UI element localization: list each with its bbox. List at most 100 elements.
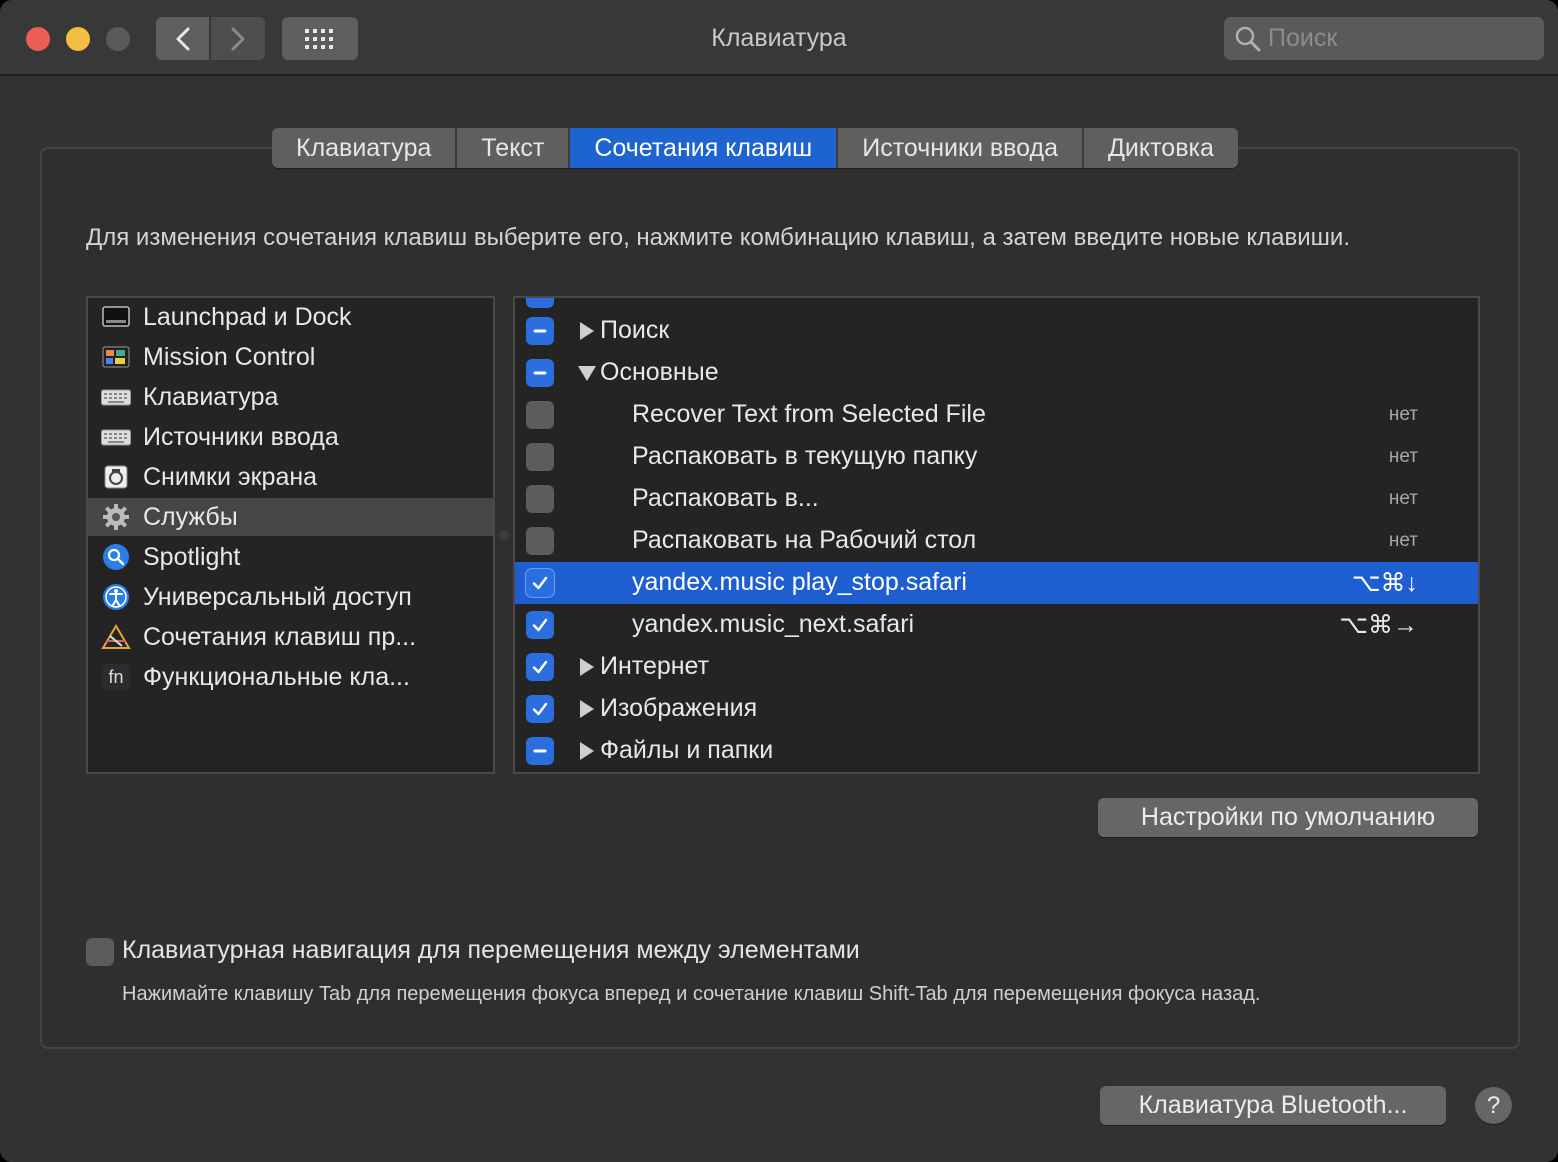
checkbox[interactable] [526, 737, 554, 765]
category-app-shortcuts[interactable]: Сочетания клавиш пр... [88, 618, 493, 656]
category-label: Сочетания клавиш пр... [143, 622, 417, 651]
keyboard-icon [101, 422, 131, 452]
search-icon [1235, 26, 1261, 52]
checkbox[interactable] [526, 527, 554, 555]
help-button[interactable]: ? [1475, 1087, 1512, 1124]
shortcut-label: Основные [600, 358, 719, 386]
checkbox[interactable] [526, 359, 554, 387]
screenshot-icon [101, 462, 131, 492]
category-spotlight[interactable]: Spotlight [88, 538, 493, 576]
checkbox[interactable] [526, 653, 554, 681]
fn-icon: fn [101, 662, 131, 692]
shortcut-label: Распаковать в текущую папку [632, 442, 978, 470]
checkbox[interactable] [526, 485, 554, 513]
keyboard-navigation-label[interactable]: Клавиатурная навигация для перемещения м… [122, 936, 860, 965]
search-input[interactable] [1268, 23, 1528, 53]
category-label: Источники ввода [143, 422, 339, 451]
shortcut-item-selected[interactable]: yandex.music play_stop.safari ⌥⌘↓ [515, 562, 1478, 604]
disclosure-right-icon[interactable] [578, 656, 596, 678]
shortcut-keys[interactable]: ⌥⌘↓ [1352, 568, 1418, 598]
launchpad-icon [101, 302, 131, 332]
disclosure-down-icon[interactable] [578, 362, 596, 384]
category-accessibility[interactable]: Универсальный доступ [88, 578, 493, 616]
category-label: Функциональные кла... [143, 662, 410, 691]
bluetooth-keyboard-button[interactable]: Клавиатура Bluetooth... [1100, 1086, 1446, 1125]
shortcut-label: Файлы и папки [600, 736, 774, 764]
svg-text:fn: fn [108, 667, 123, 687]
keyboard-navigation-checkbox[interactable] [86, 938, 114, 966]
checkbox[interactable] [526, 611, 554, 639]
shortcut-item[interactable]: yandex.music_next.safari ⌥⌘→ [515, 604, 1478, 646]
category-label: Универсальный доступ [143, 582, 412, 611]
shortcut-label: Recover Text from Selected File [632, 400, 986, 428]
shortcut-group-internet[interactable]: Интернет [515, 646, 1478, 688]
spotlight-icon [101, 542, 131, 572]
shortcut-label: Распаковать в... [632, 484, 819, 512]
keyboard-navigation-hint: Нажимайте клавишу Tab для перемещения фо… [122, 983, 1261, 1005]
split-view-divider[interactable] [499, 530, 509, 540]
disclosure-right-icon[interactable] [578, 698, 596, 720]
tab-input-sources[interactable]: Источники ввода [838, 128, 1084, 168]
category-function-keys[interactable]: fn Функциональные кла... [88, 658, 493, 696]
checkbox[interactable] [526, 296, 554, 308]
shortcut-label: Интернет [600, 652, 710, 680]
checkmark-icon [532, 576, 548, 590]
shortcut-label: yandex.music play_stop.safari [632, 568, 967, 596]
shortcut-keys[interactable]: нет [1389, 530, 1418, 552]
category-mission-control[interactable]: Mission Control [88, 338, 493, 376]
category-label: Launchpad и Dock [143, 302, 352, 331]
category-label: Снимки экрана [143, 462, 318, 491]
shortcut-item[interactable]: Распаковать на Рабочий стол нет [515, 520, 1478, 562]
checkmark-icon [532, 660, 548, 674]
search-field[interactable] [1224, 17, 1544, 60]
checkbox[interactable] [526, 695, 554, 723]
category-label: Mission Control [143, 342, 316, 371]
titlebar: Клавиатура [0, 0, 1558, 76]
shortcut-item[interactable]: Recover Text from Selected File нет [515, 394, 1478, 436]
category-services[interactable]: Службы [88, 498, 493, 536]
checkbox[interactable] [526, 317, 554, 345]
shortcut-item[interactable]: Распаковать в... нет [515, 478, 1478, 520]
shortcut-label: Распаковать на Рабочий стол [632, 526, 977, 554]
gear-icon [101, 502, 131, 532]
tab-bar: Клавиатура Текст Сочетания клавиш Источн… [272, 128, 1238, 168]
shortcut-label: Изображения [600, 694, 758, 722]
category-launchpad-dock[interactable]: Launchpad и Dock [88, 298, 493, 336]
tab-shortcuts[interactable]: Сочетания клавиш [570, 128, 839, 168]
checkbox[interactable] [526, 401, 554, 429]
disclosure-right-icon[interactable] [578, 320, 596, 342]
accessibility-icon [101, 582, 131, 612]
shortcut-group-files[interactable]: Файлы и папки [515, 730, 1478, 772]
app-shortcuts-icon [101, 622, 131, 652]
checkmark-icon [532, 702, 548, 716]
checkbox[interactable] [526, 569, 554, 597]
tab-dictation[interactable]: Диктовка [1084, 128, 1238, 168]
restore-defaults-button[interactable]: Настройки по умолчанию [1098, 798, 1478, 837]
preferences-window: Клавиатура Клавиатура Текст Сочетания кл… [0, 0, 1558, 1162]
checkmark-icon [532, 618, 548, 632]
category-keyboard[interactable]: Клавиатура [88, 378, 493, 416]
tab-text[interactable]: Текст [457, 128, 571, 168]
shortcut-label: yandex.music_next.safari [632, 610, 915, 638]
disclosure-right-icon[interactable] [578, 740, 596, 762]
shortcut-group-search[interactable]: Поиск [515, 310, 1478, 352]
shortcut-keys[interactable]: нет [1389, 404, 1418, 426]
category-input-sources[interactable]: Источники ввода [88, 418, 493, 456]
keyboard-icon [101, 382, 131, 412]
dash-icon [533, 749, 547, 753]
category-screenshots[interactable]: Снимки экрана [88, 458, 493, 496]
shortcut-item[interactable]: Распаковать в текущую папку нет [515, 436, 1478, 478]
category-list: Launchpad и Dock Mission Control Клавиат… [86, 296, 495, 774]
tab-keyboard[interactable]: Клавиатура [272, 128, 458, 168]
category-label: Службы [143, 502, 238, 531]
instruction-text: Для изменения сочетания клавиш выберите … [86, 224, 1351, 251]
shortcut-group-images[interactable]: Изображения [515, 688, 1478, 730]
shortcut-keys[interactable]: нет [1389, 446, 1418, 468]
shortcut-keys[interactable]: нет [1389, 488, 1418, 510]
checkbox[interactable] [526, 443, 554, 471]
shortcut-list: Поиск Основные Recover Text from Selecte… [513, 296, 1480, 774]
shortcut-group-general[interactable]: Основные [515, 352, 1478, 394]
shortcut-keys[interactable]: ⌥⌘→ [1339, 610, 1418, 640]
dash-icon [532, 296, 548, 302]
category-label: Spotlight [143, 542, 241, 571]
